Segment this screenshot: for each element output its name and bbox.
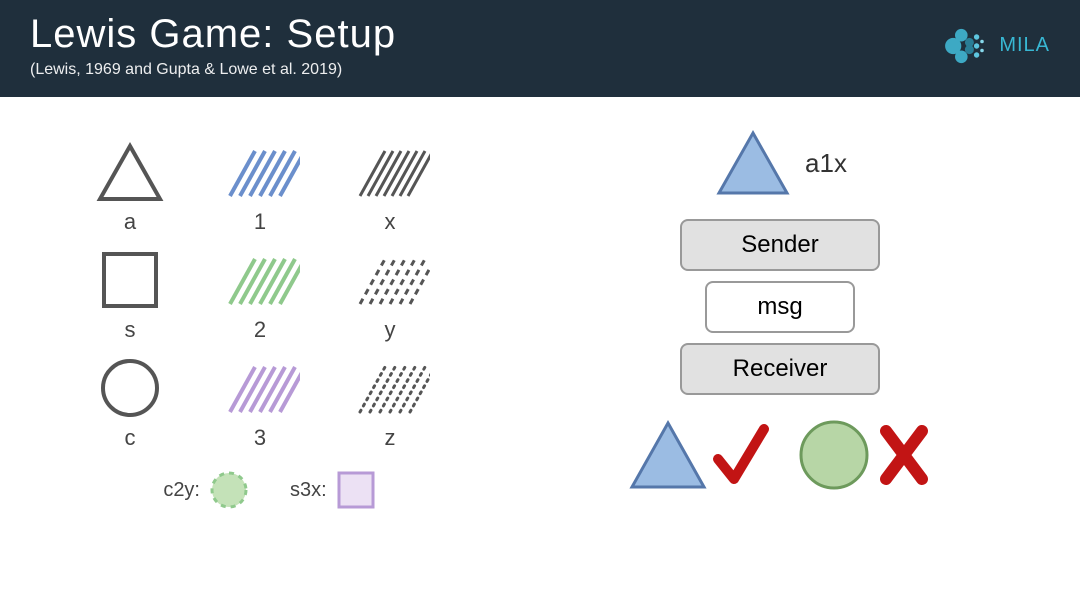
cell-texture-z: z bbox=[340, 353, 440, 451]
title-block: Lewis Game: Setup (Lewis, 1969 and Gupta… bbox=[30, 12, 396, 79]
cell-shape-square: s bbox=[80, 245, 180, 343]
dashed-hatch-icon bbox=[350, 249, 430, 311]
msg-box: msg bbox=[705, 281, 855, 333]
slide-subtitle: (Lewis, 1969 and Gupta & Lowe et al. 201… bbox=[30, 61, 396, 79]
mila-logo-text: MILA bbox=[999, 34, 1050, 57]
sender-box: Sender bbox=[680, 219, 880, 271]
cell-color-3: 3 bbox=[210, 353, 310, 451]
example-c2y-code: c2y: bbox=[163, 479, 200, 502]
example-s3x-code: s3x: bbox=[290, 479, 327, 502]
incorrect-choice bbox=[794, 415, 934, 495]
cell-texture-x: x bbox=[340, 137, 440, 235]
attribute-grid: a 1 x s 2 y bbox=[70, 127, 470, 521]
label-y: y bbox=[385, 317, 396, 343]
square-icon bbox=[99, 249, 161, 311]
example-s3x: s3x: bbox=[290, 469, 377, 511]
check-icon bbox=[710, 417, 770, 493]
label-x: x bbox=[385, 209, 396, 235]
slide-body: a 1 x s 2 y bbox=[0, 97, 1080, 521]
flow-diagram: a1x Sender msg Receiver bbox=[530, 127, 1030, 521]
example-c2y: c2y: bbox=[163, 469, 250, 511]
green-hatch-icon bbox=[220, 249, 300, 311]
dashed-green-circle-icon bbox=[208, 469, 250, 511]
examples: c2y: s3x: bbox=[80, 469, 460, 511]
purple-hatch-icon bbox=[220, 357, 300, 419]
mila-logo: MILA bbox=[937, 19, 1050, 73]
target-code: a1x bbox=[805, 148, 847, 179]
choice-circle-icon bbox=[794, 415, 874, 495]
correct-choice bbox=[626, 417, 770, 493]
label-s: s bbox=[125, 317, 136, 343]
label-2: 2 bbox=[254, 317, 266, 343]
choice-triangle-icon bbox=[626, 417, 710, 493]
purple-square-icon bbox=[335, 469, 377, 511]
blue-hatch-icon bbox=[220, 141, 300, 203]
cell-color-1: 1 bbox=[210, 137, 310, 235]
receiver-choices bbox=[626, 415, 934, 495]
target-triangle-icon bbox=[713, 127, 793, 199]
target-object: a1x bbox=[713, 127, 847, 199]
cell-shape-circle: c bbox=[80, 353, 180, 451]
slide-title: Lewis Game: Setup bbox=[30, 12, 396, 57]
label-1: 1 bbox=[254, 209, 266, 235]
label-c: c bbox=[125, 425, 136, 451]
circle-icon bbox=[98, 356, 162, 420]
label-z: z bbox=[385, 425, 396, 451]
cross-icon bbox=[874, 417, 934, 493]
cell-shape-triangle: a bbox=[80, 137, 180, 235]
label-a: a bbox=[124, 209, 136, 235]
label-3: 3 bbox=[254, 425, 266, 451]
dotted-hatch-icon bbox=[350, 357, 430, 419]
cell-color-2: 2 bbox=[210, 245, 310, 343]
solid-hatch-icon bbox=[350, 141, 430, 203]
mila-logo-icon bbox=[937, 19, 991, 73]
triangle-icon bbox=[95, 141, 165, 203]
slide-header: Lewis Game: Setup (Lewis, 1969 and Gupta… bbox=[0, 0, 1080, 97]
cell-texture-y: y bbox=[340, 245, 440, 343]
receiver-box: Receiver bbox=[680, 343, 880, 395]
